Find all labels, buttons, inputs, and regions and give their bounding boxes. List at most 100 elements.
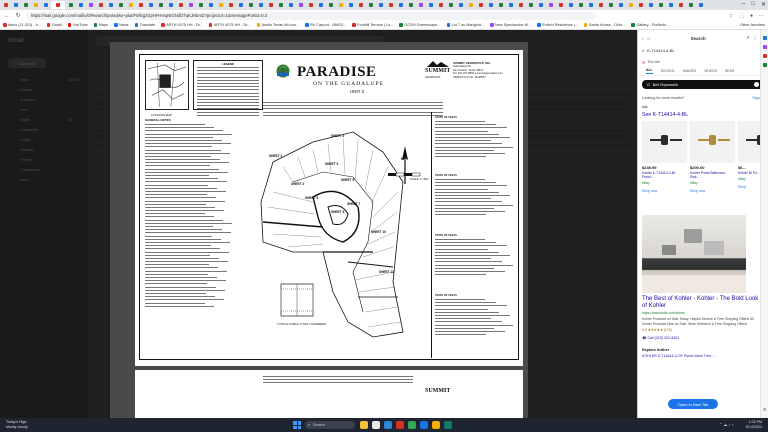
browser-tab[interactable] xyxy=(226,1,235,9)
browser-tab[interactable] xyxy=(106,1,115,9)
taskbar-app-icon[interactable] xyxy=(432,421,440,429)
browser-tab[interactable] xyxy=(616,1,625,9)
more-options-icon[interactable]: ⋮ xyxy=(753,35,758,41)
browser-tab[interactable] xyxy=(41,1,50,9)
copilot-icon[interactable] xyxy=(762,45,767,49)
taskbar-app-icon[interactable] xyxy=(444,421,452,429)
browser-tab[interactable] xyxy=(116,1,125,9)
bookmark-item[interactable]: Foothill Terrace | Lo... xyxy=(352,23,393,27)
settings-icon[interactable]: ⚙ xyxy=(763,407,767,412)
browser-tab[interactable] xyxy=(246,1,255,9)
browser-tab[interactable] xyxy=(466,1,475,9)
search-tab[interactable]: SCHOOL xyxy=(661,69,675,73)
bookmark-item[interactable]: Austin Texas hill cou... xyxy=(256,23,299,27)
shop-now-link[interactable]: Shop now xyxy=(642,189,687,193)
other-favorites-folder[interactable]: Other favorites xyxy=(740,23,765,27)
browser-tab[interactable] xyxy=(376,1,385,9)
browser-tab[interactable] xyxy=(286,1,295,9)
search-tab[interactable]: VIDEOS xyxy=(704,69,717,73)
browser-tab[interactable] xyxy=(96,1,105,9)
bookmark-item[interactable]: Inbox (11,313) - b... xyxy=(3,23,41,27)
browser-tab[interactable] xyxy=(366,1,375,9)
browser-tab[interactable] xyxy=(666,1,675,9)
open-in-new-tab-button[interactable]: Open in New Tab xyxy=(668,399,718,409)
browser-tab[interactable] xyxy=(526,1,535,9)
minimize-icon[interactable]: – xyxy=(742,1,745,8)
search-tab[interactable]: ALL xyxy=(646,68,653,74)
browser-tab[interactable] xyxy=(626,1,635,9)
bookmark-item[interactable]: GOSH Greenscape... xyxy=(399,23,441,27)
site-filter[interactable]: ✉ This site xyxy=(642,58,764,66)
browser-tab[interactable] xyxy=(76,1,85,9)
browser-tab[interactable] xyxy=(166,1,175,9)
search-tab[interactable]: IMAGES xyxy=(683,69,696,73)
browser-tab[interactable] xyxy=(386,1,395,9)
browser-tab[interactable] xyxy=(21,1,30,9)
browser-tab[interactable] xyxy=(266,1,275,9)
tools-icon[interactable] xyxy=(762,63,767,67)
browser-tab[interactable] xyxy=(606,1,615,9)
browser-tab[interactable] xyxy=(646,1,655,9)
clock[interactable]: 1:02 PM 6/14/2024 xyxy=(746,420,762,429)
browser-tab[interactable] xyxy=(356,1,365,9)
browser-tab[interactable] xyxy=(686,1,695,9)
bookmark-item[interactable]: Maps xyxy=(93,23,108,27)
taskbar-search[interactable]: ⌕ Search xyxy=(305,421,355,429)
menu-icon[interactable]: ⋯ xyxy=(759,13,764,19)
browser-tab[interactable] xyxy=(516,1,525,9)
system-tray-icons[interactable]: ⌃ ☁ ♪ ⌁ xyxy=(719,422,734,427)
browser-tab[interactable] xyxy=(486,1,495,9)
back-icon[interactable]: ← xyxy=(4,13,10,19)
browser-tab[interactable] xyxy=(456,1,465,9)
shopping-icon[interactable] xyxy=(762,54,767,58)
browser-tab[interactable] xyxy=(256,1,265,9)
bookmark-item[interactable]: Translate xyxy=(134,23,155,27)
weather-widget[interactable]: Today's High Mostly cloudy xyxy=(6,420,28,429)
browser-tab[interactable] xyxy=(506,1,515,9)
browser-tab[interactable] xyxy=(206,1,215,9)
bookmark-item[interactable]: YouTube xyxy=(67,23,88,27)
product-card[interactable]: $200.00 Kohler Purist Bathroom Sink... eBa… xyxy=(690,121,735,213)
browser-tab[interactable] xyxy=(66,1,75,9)
product-name[interactable]: Kohler Purist Bathroom Sink... xyxy=(690,171,735,179)
explore-item[interactable]: KOHLER K-T14414-4-CP Purist Valve Trim,.… xyxy=(642,354,764,358)
product-card[interactable]: $249.99 Kohler K-T14414-4-BL Purist... eBa… xyxy=(642,121,687,213)
browser-tab[interactable] xyxy=(136,1,145,9)
browser-tab[interactable] xyxy=(546,1,555,9)
search-icon[interactable] xyxy=(762,36,767,40)
browser-tab[interactable] xyxy=(416,1,425,9)
taskbar-app-icon[interactable] xyxy=(420,421,428,429)
kohler-ad-image[interactable] xyxy=(642,215,746,293)
star-icon[interactable]: ☆ xyxy=(729,13,733,19)
browser-tab[interactable] xyxy=(216,1,225,9)
browser-tab[interactable] xyxy=(496,1,505,9)
browser-tab[interactable] xyxy=(326,1,335,9)
taskbar-app-icon[interactable] xyxy=(372,421,380,429)
attachment-viewer[interactable]: LOCATION MAP LEGEND PARADISE ON THE GUAD… xyxy=(110,42,528,418)
bookmark-item[interactable]: ARTH 4075 HH - Dr... xyxy=(208,23,251,27)
browser-tab[interactable] xyxy=(176,1,185,9)
browser-tab[interactable] xyxy=(346,1,355,9)
google-account-bar[interactable]: G Bell Chynoweth xyxy=(642,80,764,89)
extensions-icon[interactable]: ⬚ xyxy=(739,13,744,19)
taskbar-app-icon[interactable] xyxy=(396,421,404,429)
back-icon[interactable]: ‹ xyxy=(642,36,644,41)
shopping-ad-title[interactable]: See K-T14414-4-BL ⋮ xyxy=(642,112,764,118)
taskbar-app-icon[interactable] xyxy=(408,421,416,429)
bookmark-item[interactable]: RV Carport - 08603... xyxy=(305,23,346,27)
browser-tab[interactable] xyxy=(676,1,685,9)
browser-tab[interactable] xyxy=(86,1,95,9)
browser-tab[interactable] xyxy=(476,1,485,9)
browser-tab[interactable] xyxy=(556,1,565,9)
browser-tab[interactable] xyxy=(586,1,595,9)
browser-tab[interactable] xyxy=(196,1,205,9)
browser-tab[interactable] xyxy=(636,1,645,9)
bookmark-item[interactable]: New Spectacular M... xyxy=(490,23,531,27)
bookmark-item[interactable]: News xyxy=(114,23,129,27)
bookmark-item[interactable]: ARTH 4075 HH - Dr... xyxy=(161,23,203,27)
taskbar-app-icon[interactable] xyxy=(360,421,368,429)
browser-tab[interactable] xyxy=(576,1,585,9)
product-name[interactable]: Kohler K-T14414-4-BL Purist... xyxy=(642,171,687,179)
profile-icon[interactable]: ● xyxy=(750,13,753,19)
browser-tab[interactable] xyxy=(146,1,155,9)
